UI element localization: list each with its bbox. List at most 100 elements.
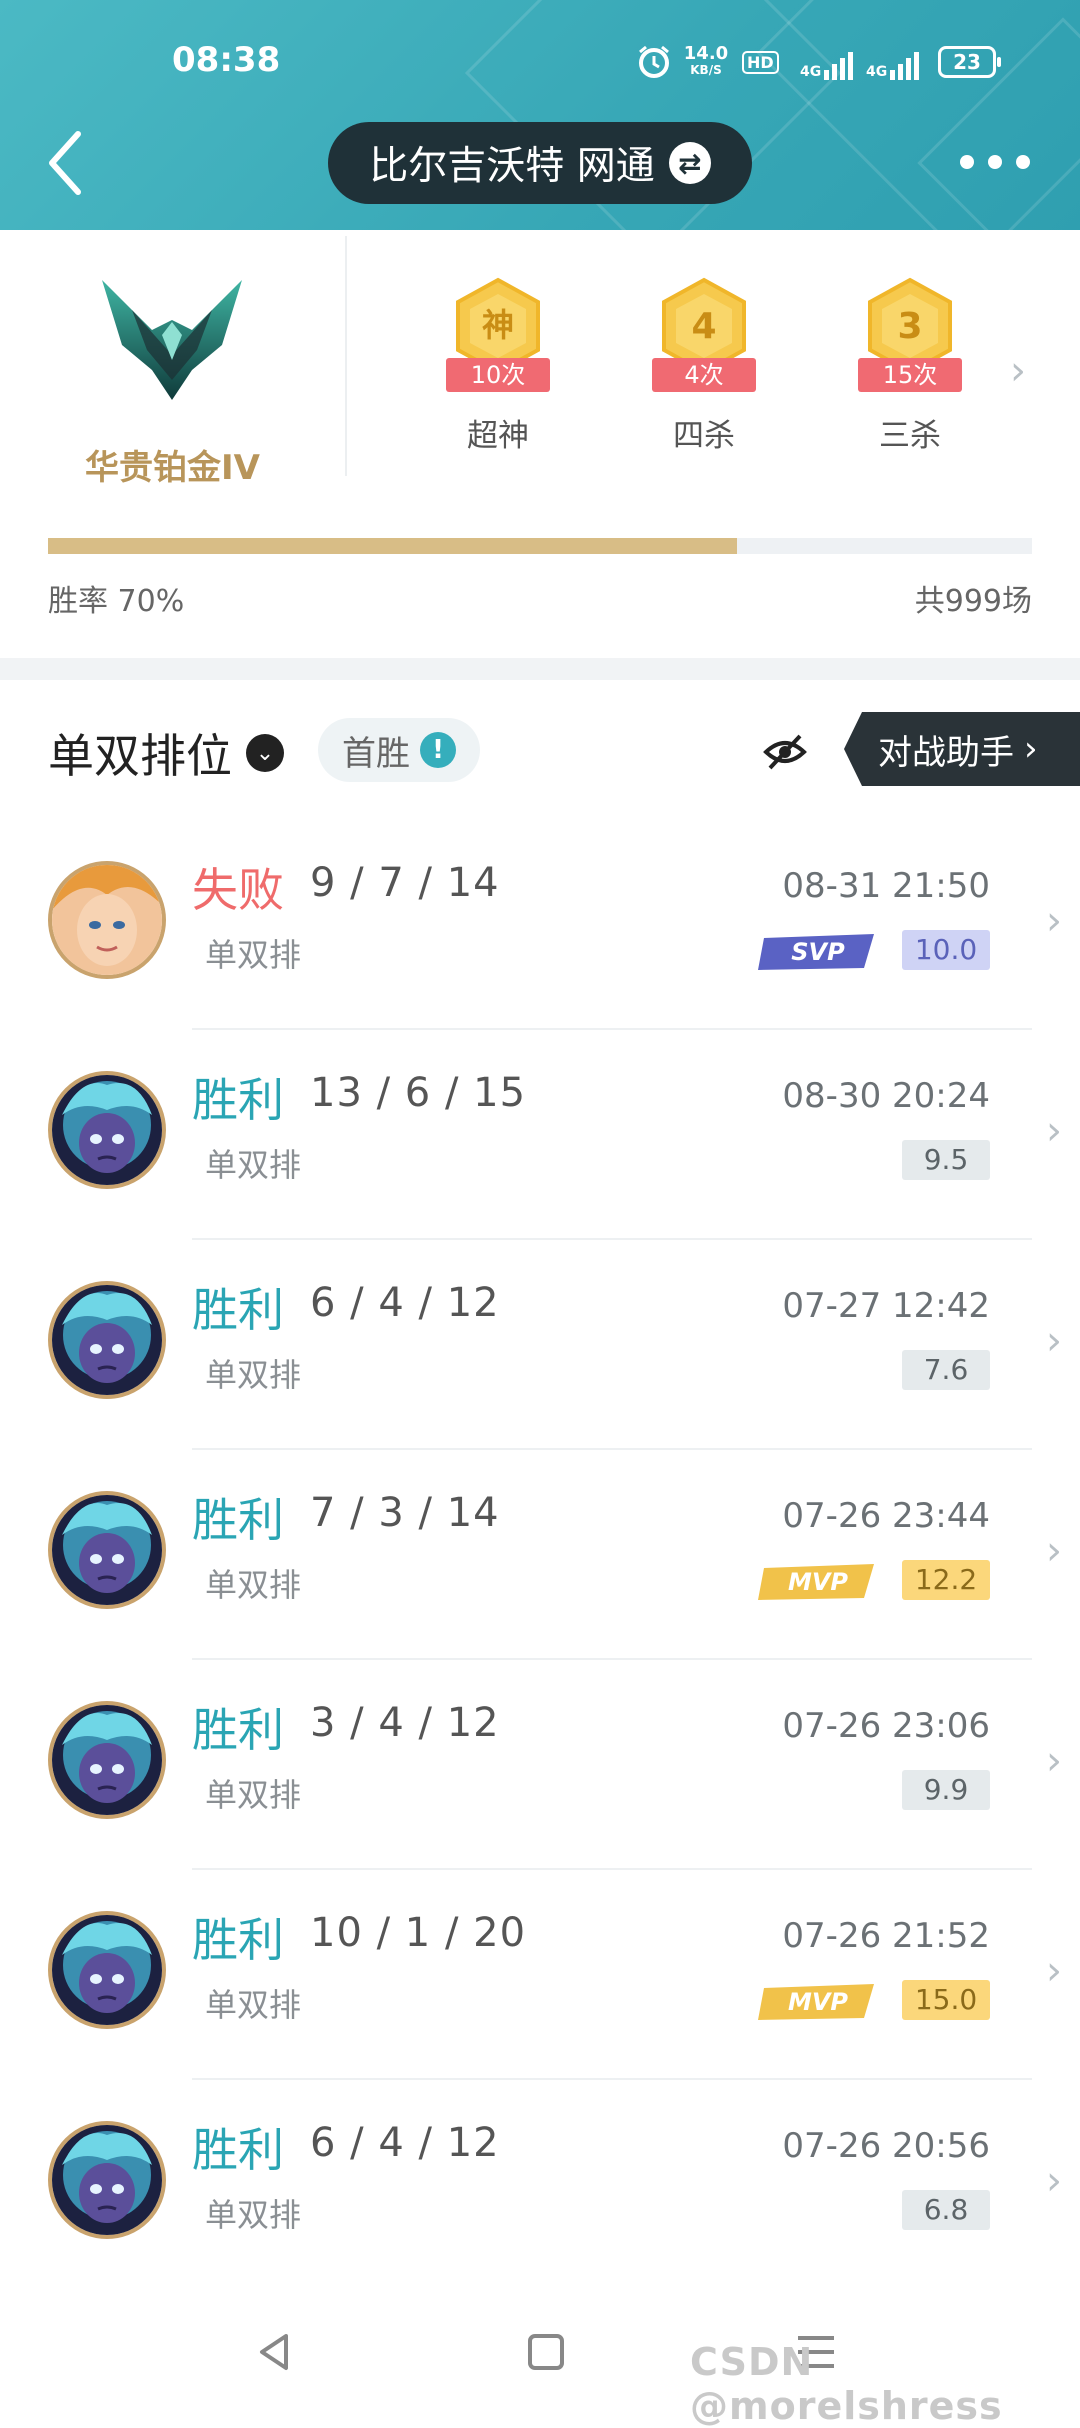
match-score: 6.8: [902, 2190, 990, 2230]
match-tag: MVP: [788, 1988, 848, 2016]
match-queue-type: 单双排: [205, 1986, 302, 2024]
chevron-right-icon: ›: [1046, 2158, 1062, 2204]
nav-home-icon[interactable]: [516, 2322, 576, 2382]
mvp-badge-icon: MVP: [758, 1984, 874, 2020]
signal-2-icon: 4G: [866, 44, 920, 80]
match-kda: 10 / 1 / 20: [310, 1910, 527, 1956]
badge-legendary[interactable]: 神 10次 超神: [428, 270, 568, 454]
match-kda: 3 / 4 / 12: [310, 1700, 500, 1746]
battery-icon: 23: [938, 44, 1001, 80]
badge-label: 超神: [467, 418, 529, 454]
match-queue-type: 单双排: [205, 1356, 302, 1394]
chevron-right-icon[interactable]: ›: [1010, 348, 1026, 394]
match-result: 失败: [192, 863, 284, 917]
match-row[interactable]: 胜利 13 / 6 / 15 单双排 08-30 20:24 9.5 ›: [0, 1030, 1080, 1240]
net-speed-unit: KB/S: [690, 63, 722, 77]
badge-triple-kill[interactable]: 3 15次 三杀: [840, 270, 980, 454]
match-result: 胜利: [192, 2123, 284, 2177]
match-kda: 13 / 6 / 15: [310, 1070, 527, 1116]
hd-label: HD: [742, 50, 779, 74]
champion-avatar: [48, 1281, 166, 1399]
watermark: CSDN @morelshress: [690, 2340, 1003, 2428]
status-bar: 08:38 14.0 KB/S HD 4G 4G 23: [0, 40, 1080, 90]
badge-quadra-kill[interactable]: 4 4次 四杀: [634, 270, 774, 454]
hd-icon: HD: [742, 44, 779, 80]
match-score: 12.2: [902, 1560, 990, 1600]
match-row[interactable]: 胜利 3 / 4 / 12 单双排 07-26 23:06 9.9 ›: [0, 1660, 1080, 1870]
section-gap: [0, 658, 1080, 680]
match-queue-type: 单双排: [205, 1566, 302, 1604]
chevron-right-icon: ›: [1046, 1528, 1062, 1574]
first-win-chip[interactable]: 首胜 !: [318, 718, 480, 782]
match-row[interactable]: 胜利 6 / 4 / 12 单双排 07-26 20:56 6.8 ›: [0, 2080, 1080, 2290]
match-score: 15.0: [902, 1980, 990, 2020]
more-icon[interactable]: [960, 150, 1030, 174]
hide-eye-icon[interactable]: [762, 732, 808, 772]
match-tag: SVP: [791, 938, 845, 966]
match-score: 9.5: [902, 1140, 990, 1180]
battle-assistant-button[interactable]: 对战助手 ›: [844, 712, 1080, 786]
match-row[interactable]: 失败 9 / 7 / 14 单双排 08-31 21:50 SVP 10.0 ›: [0, 820, 1080, 1030]
badge-count: 10次: [446, 358, 550, 392]
badge-count: 15次: [858, 358, 962, 392]
badge-glyph: 4: [691, 306, 716, 347]
match-queue-type: 单双排: [205, 1776, 302, 1814]
match-result: 胜利: [192, 1703, 284, 1757]
battle-assistant-label: 对战助手: [878, 732, 1014, 773]
chevron-right-icon: ›: [1046, 1948, 1062, 1994]
champion-avatar: [48, 861, 166, 979]
match-kda: 6 / 4 / 12: [310, 2120, 500, 2166]
header-bar: 08:38 14.0 KB/S HD 4G 4G 23 比尔吉沃特 网通 ⇄: [0, 0, 1080, 230]
match-time: 07-26 23:06: [782, 1706, 990, 1746]
server-title: 比尔吉沃特 网通: [369, 144, 655, 189]
match-kda: 6 / 4 / 12: [310, 1280, 500, 1326]
signal-2-label: 4G: [866, 64, 888, 80]
back-arrow-icon[interactable]: [44, 128, 84, 198]
signal-1-label: 4G: [800, 64, 822, 80]
match-time: 08-30 20:24: [782, 1076, 990, 1116]
badge-glyph: 神: [482, 306, 514, 344]
match-time: 07-26 23:44: [782, 1496, 990, 1536]
chevron-right-icon: ›: [1046, 898, 1062, 944]
match-queue-type: 单双排: [205, 936, 302, 974]
server-switcher[interactable]: 比尔吉沃特 网通 ⇄: [328, 122, 752, 204]
chevron-right-icon: ›: [1024, 729, 1038, 769]
match-row[interactable]: 胜利 10 / 1 / 20 单双排 07-26 21:52 MVP 15.0 ›: [0, 1870, 1080, 2080]
badge-label: 三杀: [879, 418, 941, 454]
match-score: 7.6: [902, 1350, 990, 1390]
match-row[interactable]: 胜利 7 / 3 / 14 单双排 07-26 23:44 MVP 12.2 ›: [0, 1450, 1080, 1660]
champion-avatar: [48, 1911, 166, 2029]
nav-back-icon[interactable]: [246, 2322, 306, 2382]
total-games-label: 共999场: [914, 584, 1032, 619]
queue-mode-label: 单双排位: [48, 729, 232, 783]
match-kda: 7 / 3 / 14: [310, 1490, 500, 1536]
match-row[interactable]: 胜利 6 / 4 / 12 单双排 07-27 12:42 7.6 ›: [0, 1240, 1080, 1450]
match-score: 10.0: [902, 930, 990, 970]
filter-row: 单双排位 ⌄ 首胜 ! 对战助手 ›: [0, 680, 1080, 820]
chevron-right-icon: ›: [1046, 1108, 1062, 1154]
platinum-emblem-icon: [102, 280, 242, 400]
match-queue-type: 单双排: [205, 2196, 302, 2234]
win-rate-label: 胜率 70%: [48, 584, 185, 619]
match-queue-type: 单双排: [205, 1146, 302, 1184]
match-tag: MVP: [788, 1568, 848, 1596]
queue-mode-dropdown[interactable]: 单双排位 ⌄: [48, 720, 284, 786]
match-time: 07-26 20:56: [782, 2126, 990, 2166]
signal-1-icon: 4G: [800, 44, 854, 80]
mvp-badge-icon: MVP: [758, 1564, 874, 1600]
match-score: 9.9: [902, 1770, 990, 1810]
clock: 08:38: [172, 40, 281, 80]
divider: [345, 236, 347, 476]
swap-icon: ⇄: [668, 142, 711, 184]
profile-summary: 华贵铂金IV 神 10次 超神 4 4次 四杀 3 15次 三杀 › 胜率 70…: [0, 230, 1080, 658]
first-win-label: 首胜: [342, 733, 410, 774]
champion-avatar: [48, 1491, 166, 1609]
champion-avatar: [48, 2121, 166, 2239]
info-icon: !: [420, 732, 456, 768]
match-time: 07-27 12:42: [782, 1286, 990, 1326]
match-result: 胜利: [192, 1283, 284, 1337]
net-speed-value: 14.0: [683, 43, 729, 64]
chevron-down-icon: ⌄: [246, 734, 284, 772]
champion-avatar: [48, 1701, 166, 1819]
match-time: 08-31 21:50: [782, 866, 990, 906]
